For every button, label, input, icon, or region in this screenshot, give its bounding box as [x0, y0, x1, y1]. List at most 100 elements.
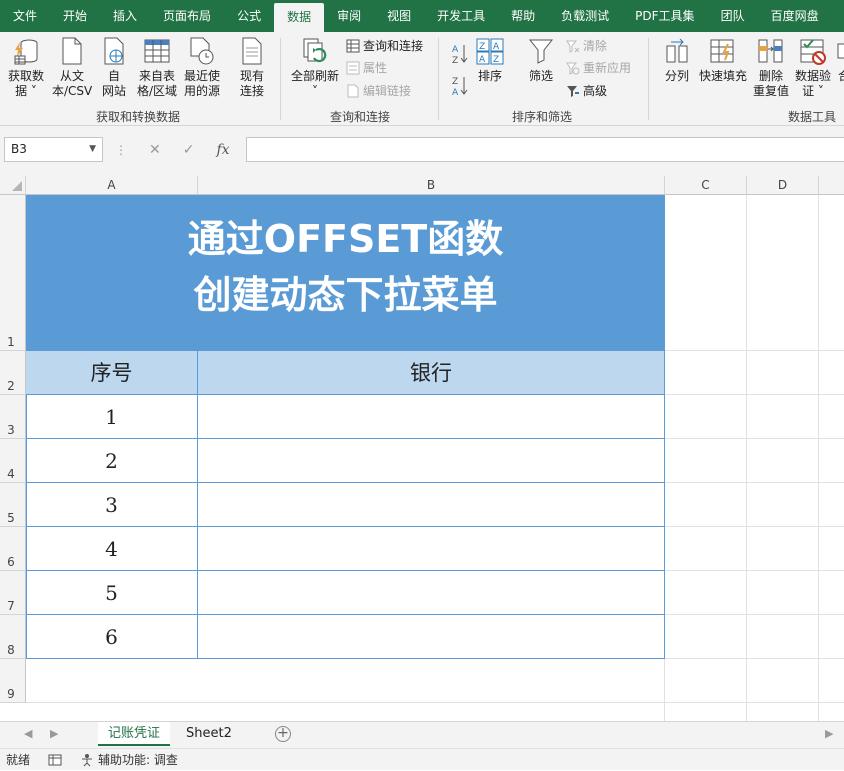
accessibility-status[interactable]: 辅助功能: 调查	[98, 749, 178, 771]
tab-insert[interactable]: 插入	[100, 0, 150, 32]
column-header-b[interactable]: B	[198, 176, 665, 195]
cell-bank[interactable]	[198, 439, 665, 483]
tab-data[interactable]: 数据	[274, 3, 325, 32]
cell-no[interactable]: 5	[26, 571, 198, 615]
row-header-3[interactable]: 3	[0, 395, 26, 439]
from-table-label-1: 来自表	[138, 69, 175, 83]
tab-file[interactable]: 文件	[0, 0, 50, 32]
data-validation-button[interactable]: 数据验 证 ˅	[793, 36, 833, 99]
chevron-down-icon[interactable]: ▼	[89, 138, 96, 161]
recent-sources-button[interactable]: 最近使 用的源	[181, 36, 223, 99]
row-header-2[interactable]: 2	[0, 351, 26, 395]
column-header-c[interactable]: C	[665, 176, 747, 195]
from-web-button[interactable]: 自 网站	[96, 36, 132, 99]
tab-team[interactable]: 团队	[708, 0, 758, 32]
advanced-filter-button[interactable]: 高级	[566, 82, 607, 100]
scroll-sheets-right-icon[interactable]: ▶	[50, 727, 58, 740]
cancel-icon[interactable]: ✕	[149, 142, 161, 158]
queries-connections-label: 查询和连接	[363, 39, 424, 53]
cell-bank[interactable]	[198, 527, 665, 571]
ribbon-data: 获取数 据 ˅ 从文 本/CSV 自 网站 来自表 格/区域 最近使 用的源 现…	[0, 32, 844, 126]
database-icon	[14, 39, 38, 65]
enter-icon[interactable]: ✓	[183, 142, 195, 158]
consolidate-button[interactable]: 合	[834, 36, 844, 84]
text-to-columns-button[interactable]: 分列	[660, 36, 694, 84]
accessibility-icon[interactable]	[80, 753, 94, 767]
row-header-6[interactable]: 6	[0, 527, 26, 571]
row-header-8[interactable]: 8	[0, 615, 26, 659]
header-cell-no[interactable]: 序号	[26, 351, 198, 395]
refresh-icon	[303, 38, 327, 63]
table-left-border	[26, 395, 27, 659]
macro-record-icon[interactable]	[48, 754, 62, 766]
tab-review[interactable]: 审阅	[324, 0, 374, 32]
clear-filter-button[interactable]: 清除	[566, 37, 607, 55]
flash-fill-button[interactable]: 快速填充	[698, 36, 748, 84]
reapply-button[interactable]: 重新应用	[566, 59, 631, 77]
sheet-tab-vouchers[interactable]: 记账凭证	[98, 722, 171, 746]
cell-bank[interactable]	[198, 483, 665, 527]
tab-help[interactable]: 帮助	[498, 0, 548, 32]
cell-no[interactable]: 2	[26, 439, 198, 483]
sort-descending-button[interactable]: ZA	[451, 74, 469, 98]
column-header-a[interactable]: A	[26, 176, 198, 195]
tab-baidu-netdisk[interactable]: 百度网盘	[758, 0, 832, 32]
tab-home[interactable]: 开始	[50, 0, 100, 32]
row-header-7[interactable]: 7	[0, 571, 26, 615]
row-header-9[interactable]: 9	[0, 659, 26, 703]
scroll-right-icon[interactable]: ▶	[825, 727, 833, 740]
scroll-sheets-left-icon[interactable]: ◀	[24, 727, 32, 740]
cell-bank[interactable]	[198, 615, 665, 659]
refresh-all-button[interactable]: 全部刷新 ˅	[288, 36, 342, 99]
get-data-button[interactable]: 获取数 据 ˅	[4, 36, 48, 99]
edit-links-button[interactable]: 编辑链接	[346, 82, 411, 100]
group-title-data-tools: 数据工具	[788, 110, 837, 124]
column-header-d[interactable]: D	[747, 176, 819, 195]
queries-connections-button[interactable]: 查询和连接	[346, 37, 423, 55]
cell-no[interactable]: 1	[26, 395, 198, 439]
properties-button[interactable]: 属性	[346, 59, 387, 77]
sheet-tab-sheet2[interactable]: Sheet2	[176, 722, 242, 746]
existing-connections-button[interactable]: 现有 连接	[234, 36, 270, 99]
remove-duplicates-button[interactable]: 删除 重复值	[752, 36, 790, 99]
cell-no[interactable]: 4	[26, 527, 198, 571]
cell-no[interactable]: 3	[26, 483, 198, 527]
cell-bank[interactable]	[198, 571, 665, 615]
title-merged-cell[interactable]: 通过OFFSET函数 创建动态下拉菜单	[26, 195, 665, 351]
name-box[interactable]: B3 ▼	[4, 137, 103, 162]
add-sheet-icon[interactable]: +	[275, 726, 291, 742]
from-table-range-button[interactable]: 来自表 格/区域	[136, 36, 178, 99]
tab-formulas[interactable]: 公式	[224, 0, 274, 32]
tab-page-layout[interactable]: 页面布局	[150, 0, 224, 32]
cell-no[interactable]: 6	[26, 615, 198, 659]
reapply-label: 重新应用	[583, 61, 632, 75]
sort-button[interactable]: ZAAZ 排序	[474, 36, 506, 84]
filter-label: 筛选	[528, 69, 553, 83]
row-header-5[interactable]: 5	[0, 483, 26, 527]
select-all-corner[interactable]	[0, 176, 26, 195]
tab-load-test[interactable]: 负载测试	[548, 0, 622, 32]
gridline	[665, 350, 844, 351]
from-text-csv-button[interactable]: 从文 本/CSV	[52, 36, 92, 99]
formula-input[interactable]	[246, 137, 844, 162]
tab-view[interactable]: 视图	[374, 0, 424, 32]
svg-text:Z: Z	[452, 77, 458, 87]
group-separator	[648, 38, 649, 120]
filter-button[interactable]: 筛选	[524, 36, 558, 84]
properties-icon	[346, 61, 360, 75]
cell-bank[interactable]	[198, 395, 665, 439]
row-header-1[interactable]: 1	[0, 195, 26, 351]
flash-fill-icon	[710, 39, 734, 63]
funnel-icon	[528, 39, 554, 64]
header-cell-bank[interactable]: 银行	[198, 351, 665, 395]
gridline	[665, 526, 844, 527]
tab-pdf-tools[interactable]: PDF工具集	[622, 0, 707, 32]
tab-developer[interactable]: 开发工具	[424, 0, 498, 32]
status-ready: 就绪	[6, 753, 31, 767]
sort-ascending-button[interactable]: AZ	[451, 42, 469, 66]
column-header-partial[interactable]	[819, 176, 844, 195]
gridline	[665, 614, 844, 615]
row-header-4[interactable]: 4	[0, 439, 26, 483]
insert-function-icon[interactable]: fx	[216, 142, 229, 158]
edit-links-label: 编辑链接	[363, 84, 412, 98]
